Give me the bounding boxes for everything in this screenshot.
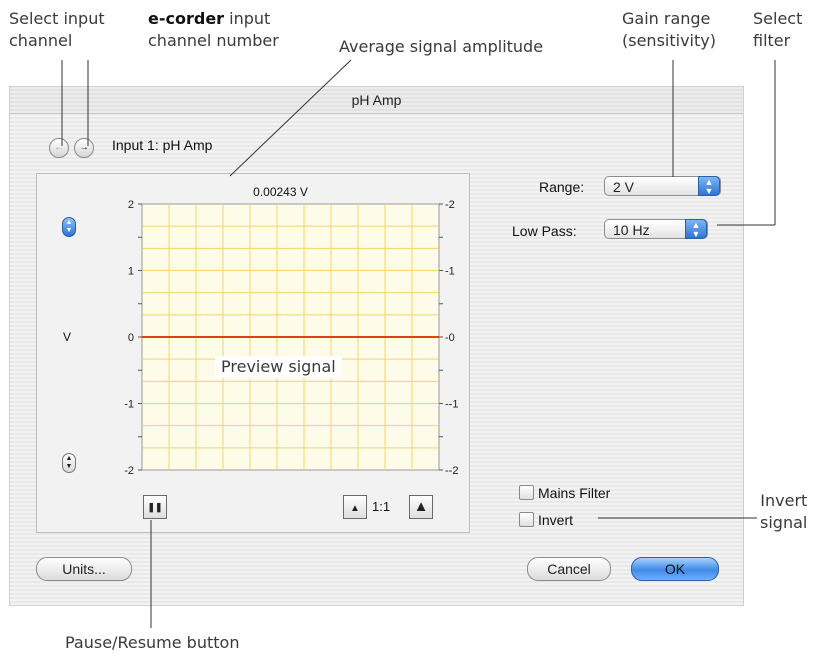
triangle-small-icon: ▲ [350,503,360,514]
range-value: 2 V [613,179,635,195]
y-tick-label-right: --2 [445,465,458,477]
invert-checkbox[interactable]: Invert [519,511,573,529]
invert-label: Invert [538,512,574,528]
y-tick-label-left: 2 [128,199,134,211]
y-tick-label-left: -2 [124,465,134,477]
mains-filter-checkbox[interactable]: Mains Filter [519,484,610,502]
input-channel-label: Input 1: pH Amp [112,137,213,153]
annotation-invert-signal: Invert signal [760,491,808,532]
annotation-average-signal: Average signal amplitude [339,37,544,56]
compress-scale-button[interactable]: ▲ [343,495,367,519]
low-pass-value: 10 Hz [613,222,650,238]
scale-stepper[interactable]: ▲ ▼ [62,453,76,473]
expand-scale-button[interactable]: ▲ [409,495,433,519]
ecorder-brand: e-corder [148,9,225,28]
triangle-large-icon: ▲ [413,498,429,515]
average-amplitude-readout: 0.00243 V [253,185,308,199]
scale-ratio-label: 1:1 [372,499,391,514]
checkbox-box[interactable] [519,512,534,527]
signal-preview-chart: 2 -2 1 -1 0 -0 -1 --1 -2 --2 0.00243 V V [63,185,458,477]
annotation-gain-range: Gain range (sensitivity) [622,9,716,50]
ph-amp-dialog: pH Amp ← → Input 1: pH Amp 2 -2 1 -1 0 -0 -1 --… [9,86,744,606]
y-tick-label-left: 0 [128,332,134,344]
pause-resume-button[interactable]: ❚❚ [143,495,167,519]
range-label: Range: [539,179,585,195]
y-tick-label-right: --1 [445,399,458,411]
range-select[interactable]: 2 V ▲ ▼ [604,176,721,196]
cancel-button[interactable]: Cancel [527,557,611,581]
low-pass-label: Low Pass: [512,223,577,239]
annotation-select-input-channel: Select input channel [9,9,105,50]
popup-arrows-icon: ▲ ▼ [698,176,720,196]
y-axis-label: V [63,330,71,344]
popup-arrows-icon: ▲ ▼ [685,219,707,239]
y-tick-label-right: -0 [445,332,455,344]
low-pass-select[interactable]: 10 Hz ▲ ▼ [604,219,708,239]
y-tick-label-left: 1 [128,266,134,278]
next-channel-button[interactable]: → [74,138,94,158]
y-tick-label-right: -2 [445,199,455,211]
units-button[interactable]: Units... [36,557,132,581]
annotation-select-filter: Select filter [753,9,803,50]
y-tick-label-left: -1 [124,399,134,411]
previous-channel-button[interactable]: ← [49,138,69,158]
annotation-pause-resume: Pause/Resume button [65,633,240,652]
ok-button[interactable]: OK [631,557,719,581]
window-title: pH Amp [10,87,743,114]
annotation-ecorder-channel: e-corder input channel number [148,9,279,50]
mains-filter-label: Mains Filter [538,485,611,501]
offset-stepper[interactable]: ▲ ▼ [62,217,76,237]
signal-preview-panel: 2 -2 1 -1 0 -0 -1 --1 -2 --2 0.00243 V V Preview si… [36,173,470,533]
y-tick-label-right: -1 [445,266,455,278]
preview-signal-label: Preview signal [215,356,342,378]
checkbox-box[interactable] [519,485,534,500]
